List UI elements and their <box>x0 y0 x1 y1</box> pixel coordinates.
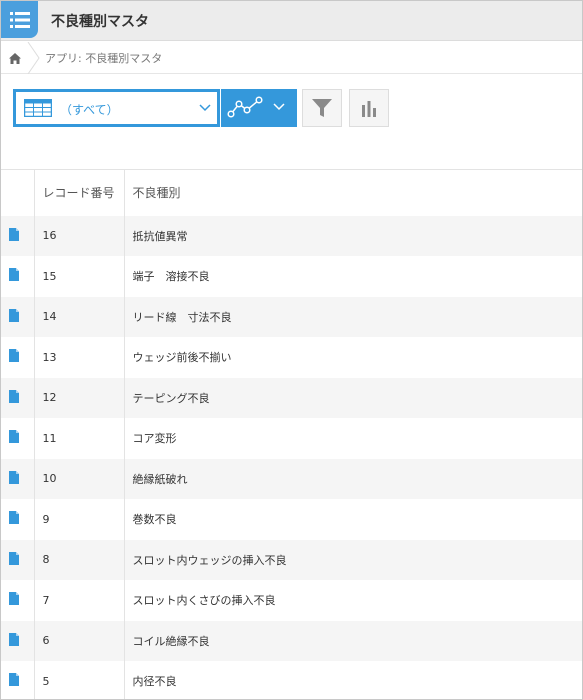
table-row: 6 コイル絶縁不良 <box>1 620 582 661</box>
table-body: 16 抵抗値異常 15 端子 溶接不良 14 リード線 寸法不良 13 ウェッジ… <box>1 215 582 699</box>
filter-button[interactable] <box>302 89 342 127</box>
home-icon[interactable] <box>1 42 29 74</box>
chevron-down-icon <box>273 103 285 111</box>
record-detail-icon[interactable] <box>1 337 35 378</box>
app-header: 不良種別マスタ <box>1 1 582 41</box>
table-row: 11 コア変形 <box>1 418 582 459</box>
defect-type: リード線 寸法不良 <box>124 296 582 337</box>
table-row: 14 リード線 寸法不良 <box>1 296 582 337</box>
record-detail-icon[interactable] <box>1 499 35 540</box>
chevron-down-icon <box>199 104 211 112</box>
app-window: 不良種別マスタ アプリ: 不良種別マスタ （すべて） レコード番号 不良種別 1… <box>0 0 583 700</box>
defect-type: 巻数不良 <box>124 499 582 540</box>
defect-type: ウェッジ前後不揃い <box>124 337 582 378</box>
record-number: 9 <box>34 499 125 540</box>
header-icon-cell <box>1 169 35 216</box>
record-number: 5 <box>34 661 125 699</box>
record-number: 14 <box>34 296 125 337</box>
bar-chart-icon <box>362 101 376 117</box>
record-detail-icon[interactable] <box>1 418 35 459</box>
defect-type: 絶縁紙破れ <box>124 458 582 499</box>
record-number: 11 <box>34 418 125 459</box>
record-number: 10 <box>34 458 125 499</box>
defect-type: テーピング不良 <box>124 377 582 418</box>
header-defect-type[interactable]: 不良種別 <box>124 169 582 216</box>
record-detail-icon[interactable] <box>1 377 35 418</box>
table-row: 5 内径不良 <box>1 661 582 699</box>
table-icon <box>24 99 52 117</box>
defect-type: コア変形 <box>124 418 582 459</box>
table-row: 8 スロット内ウェッジの挿入不良 <box>1 539 582 580</box>
app-title: 不良種別マスタ <box>51 14 149 30</box>
record-detail-icon[interactable] <box>1 458 35 499</box>
table-row: 7 スロット内くさびの挿入不良 <box>1 580 582 621</box>
record-detail-icon[interactable] <box>1 539 35 580</box>
defect-type: 内径不良 <box>124 661 582 699</box>
record-detail-icon[interactable] <box>1 580 35 621</box>
defect-type: スロット内くさびの挿入不良 <box>124 580 582 621</box>
record-detail-icon[interactable] <box>1 296 35 337</box>
view-selector[interactable]: （すべて） <box>13 89 220 127</box>
records-table: レコード番号 不良種別 16 抵抗値異常 15 端子 溶接不良 14 リード線 … <box>1 169 582 699</box>
list-icon[interactable] <box>1 1 38 38</box>
record-detail-icon[interactable] <box>1 620 35 661</box>
defect-type: 端子 溶接不良 <box>124 256 582 297</box>
defect-type: 抵抗値異常 <box>124 215 582 256</box>
record-number: 15 <box>34 256 125 297</box>
chart-button[interactable] <box>349 89 389 127</box>
record-number: 16 <box>34 215 125 256</box>
defect-type: スロット内ウェッジの挿入不良 <box>124 539 582 580</box>
record-number: 12 <box>34 377 125 418</box>
breadcrumb-separator <box>27 42 40 74</box>
record-number: 6 <box>34 620 125 661</box>
breadcrumb-app-link[interactable]: アプリ: 不良種別マスタ <box>45 50 162 66</box>
record-number: 7 <box>34 580 125 621</box>
line-graph-icon <box>227 96 263 118</box>
breadcrumb: アプリ: 不良種別マスタ <box>1 42 582 74</box>
record-number: 8 <box>34 539 125 580</box>
table-row: 13 ウェッジ前後不揃い <box>1 337 582 378</box>
record-detail-icon[interactable] <box>1 256 35 297</box>
table-row: 10 絶縁紙破れ <box>1 458 582 499</box>
view-label: （すべて） <box>60 103 119 117</box>
table-row: 12 テーピング不良 <box>1 377 582 418</box>
table-row: 15 端子 溶接不良 <box>1 256 582 297</box>
record-number: 13 <box>34 337 125 378</box>
table-row: 16 抵抗値異常 <box>1 215 582 256</box>
record-detail-icon[interactable] <box>1 661 35 699</box>
record-detail-icon[interactable] <box>1 215 35 256</box>
table-row: 9 巻数不良 <box>1 499 582 540</box>
table-header-row: レコード番号 不良種別 <box>1 169 582 216</box>
graph-button[interactable] <box>221 89 297 127</box>
header-record-number[interactable]: レコード番号 <box>34 169 125 216</box>
filter-icon <box>312 99 332 117</box>
defect-type: コイル絶縁不良 <box>124 620 582 661</box>
